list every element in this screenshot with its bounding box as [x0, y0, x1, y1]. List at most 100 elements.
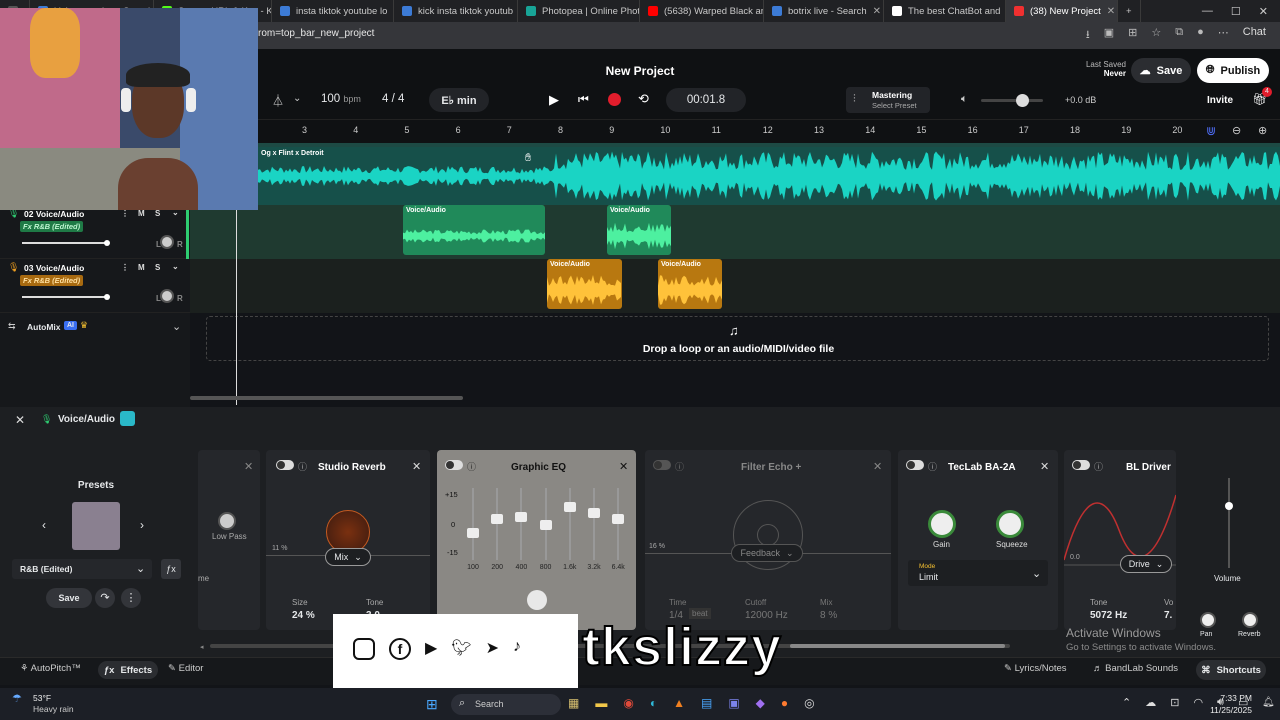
effect-card-filter-echo[interactable]: ⓘ Filter Echo + ✕ 16 % Feedback ⌄ Time 1/…	[645, 450, 891, 630]
eq-band-slider[interactable]	[588, 488, 600, 560]
teams-icon[interactable]: ▣	[728, 696, 739, 710]
close-icon[interactable]: ✕	[1259, 5, 1268, 18]
metronome-icon[interactable]: ⏃	[272, 92, 284, 109]
browser-tab[interactable]: kick insta tiktok youtub✕	[394, 0, 518, 22]
browser-tab[interactable]: (38) New Project ✕	[1006, 0, 1118, 22]
scroll-left-icon[interactable]: ◂	[200, 643, 206, 651]
drive-dropdown[interactable]: Drive ⌄	[1120, 555, 1172, 573]
close-icon[interactable]: ✕	[412, 460, 421, 473]
tone-value[interactable]: 5072 Hz	[1090, 610, 1127, 621]
preset-dropdown[interactable]: R&B (Edited) ⌄	[12, 559, 152, 579]
solo-button[interactable]: S	[155, 209, 160, 218]
game-icon[interactable]: ▦	[568, 696, 579, 710]
mix-dropdown[interactable]: Mix ⌄	[325, 548, 371, 566]
profile-icon[interactable]: ●	[1197, 26, 1204, 45]
zoom-out-icon[interactable]: ⊖	[1232, 124, 1241, 137]
new-tab-button[interactable]: +	[1118, 0, 1141, 22]
fx-badge[interactable]: Fx R&B (Edited)	[20, 275, 84, 286]
chat-button[interactable]: Chat	[1243, 26, 1266, 45]
voice-clip[interactable]: Voice/Audio	[658, 259, 722, 309]
close-icon[interactable]: ✕	[1107, 6, 1115, 17]
app-icon[interactable]: ◆	[756, 696, 765, 710]
time-signature[interactable]: 4 / 4	[382, 93, 404, 105]
squeeze-knob[interactable]	[996, 510, 1024, 538]
more-icon[interactable]: ⋯	[1218, 26, 1229, 45]
eq-band-slider[interactable]	[563, 488, 576, 560]
effect-toggle[interactable]	[653, 460, 671, 470]
close-icon[interactable]: ✕	[1040, 460, 1049, 473]
mode-dropdown[interactable]: Mode Limit ⌄	[908, 560, 1048, 586]
firefox-icon[interactable]: ●	[781, 696, 788, 710]
eq-toggle-knob[interactable]	[527, 590, 547, 610]
eq-band-handle[interactable]	[539, 520, 552, 530]
browser-tab[interactable]: botrix live - Search ✕	[764, 0, 884, 22]
track-volume-slider[interactable]	[22, 240, 110, 246]
cloud-icon[interactable]: ☁	[1145, 696, 1156, 709]
chrome-icon[interactable]: ◉	[623, 696, 633, 710]
invite-button[interactable]: Invite	[1198, 89, 1242, 111]
low-pass-knob[interactable]	[218, 512, 236, 530]
eq-band-handle[interactable]	[563, 502, 576, 512]
shortcuts-button[interactable]: ⌘ Shortcuts	[1196, 660, 1266, 680]
extension-icon[interactable]: ▣	[1104, 26, 1114, 45]
voice-clip[interactable]: Voice/Audio	[547, 259, 622, 309]
close-icon[interactable]: ✕	[873, 6, 881, 17]
star-icon[interactable]: ☆	[1151, 26, 1161, 45]
effect-toggle[interactable]	[276, 460, 294, 470]
loop-icon[interactable]: ⟲	[638, 91, 649, 107]
windows-start-icon[interactable]: ⊞	[426, 696, 438, 713]
bandlab-sounds-button[interactable]: ♬ BandLab Sounds	[1093, 663, 1178, 674]
automix-row[interactable]: ⇆ AutoMix AI ♛ ⌄	[0, 315, 190, 341]
mute-button[interactable]: M	[138, 263, 145, 272]
eq-band-handle[interactable]	[588, 508, 600, 518]
effects-tab[interactable]: ƒx Effects	[98, 661, 158, 679]
eq-band-handle[interactable]	[515, 512, 528, 522]
solo-button[interactable]: S	[155, 263, 160, 272]
volume-thumb[interactable]	[1016, 94, 1029, 107]
speaker-icon[interactable]: 🔈︎	[961, 93, 968, 106]
effect-card-bl-driver[interactable]: ⓘ BL Driver 0.0 Drive ⌄ Tone 5072 Hz Vo 7…	[1064, 450, 1176, 630]
chevron-down-icon[interactable]: ⌄	[172, 262, 179, 271]
eq-band-slider[interactable]	[612, 488, 625, 560]
play-icon[interactable]: ▶	[549, 92, 559, 108]
fx-reset-icon[interactable]: ƒx	[161, 559, 181, 579]
vol-value[interactable]: 7.	[1164, 610, 1172, 621]
track-header-02[interactable]: 🎙︎ 02 Voice/Audio ⋮ M S ⌄ Fx R&B (Edited…	[0, 207, 190, 259]
info-icon[interactable]: ⓘ	[675, 460, 684, 473]
feedback-dropdown[interactable]: Feedback ⌄	[731, 544, 803, 562]
pan-knob[interactable]	[160, 235, 174, 249]
obs-icon[interactable]: ◎	[804, 696, 814, 710]
close-icon[interactable]: ✕	[873, 460, 882, 473]
apps-icon[interactable]: ⊞	[1128, 26, 1137, 45]
info-icon[interactable]: ⓘ	[1094, 460, 1103, 473]
maximize-icon[interactable]: ☐	[1231, 5, 1241, 18]
minimize-icon[interactable]: —	[1202, 5, 1213, 18]
bpm-field[interactable]: 100 bpm	[321, 93, 361, 105]
magnet-icon[interactable]: ⋓	[1206, 124, 1216, 138]
browser-tab[interactable]: insta tiktok youtube lo✕	[272, 0, 394, 22]
top-clip-waveform[interactable]	[258, 147, 1280, 205]
chevron-right-icon[interactable]: ›	[140, 518, 144, 532]
store-icon[interactable]: ▤	[701, 696, 712, 710]
clock-time[interactable]: 7:33 PM	[1206, 693, 1252, 703]
info-icon[interactable]: ⓘ	[467, 460, 476, 473]
size-value[interactable]: 24 %	[292, 610, 315, 621]
eq-band-slider[interactable]	[515, 488, 528, 560]
timeline-ruler[interactable]: 3 4 5 6 7 8 9 10 11 12 13 14 15 16 17 18 19 20	[190, 119, 1280, 143]
voice-clip[interactable]: Voice/Audio	[403, 205, 545, 255]
effect-toggle[interactable]	[1072, 460, 1090, 470]
share-icon[interactable]: ↷	[95, 588, 115, 608]
voice-clip[interactable]: Voice/Audio	[607, 205, 671, 255]
effects-scroll-thumb[interactable]	[790, 644, 1005, 648]
clock-date[interactable]: 11/25/2025	[1200, 705, 1252, 715]
editor-tab[interactable]: ✎ Editor	[168, 663, 203, 674]
fx-badge[interactable]: Fx R&B (Edited)	[20, 221, 84, 232]
pan-knob[interactable]	[1200, 612, 1216, 628]
download-icon[interactable]: ⭳	[1086, 26, 1090, 45]
master-volume-slider[interactable]	[981, 94, 1043, 107]
effect-card-graphic-eq[interactable]: ⓘ Graphic EQ ✕ +15 0 -15	[437, 450, 636, 630]
effect-card-partial[interactable]: ✕ Low Pass me	[198, 450, 260, 630]
edge-icon[interactable]: ◐	[650, 696, 657, 710]
effect-card-teclab[interactable]: ⓘ TecLab BA-2A ✕ Gain Squeeze Mode Limit…	[898, 450, 1058, 630]
track-volume-slider[interactable]	[22, 294, 110, 300]
